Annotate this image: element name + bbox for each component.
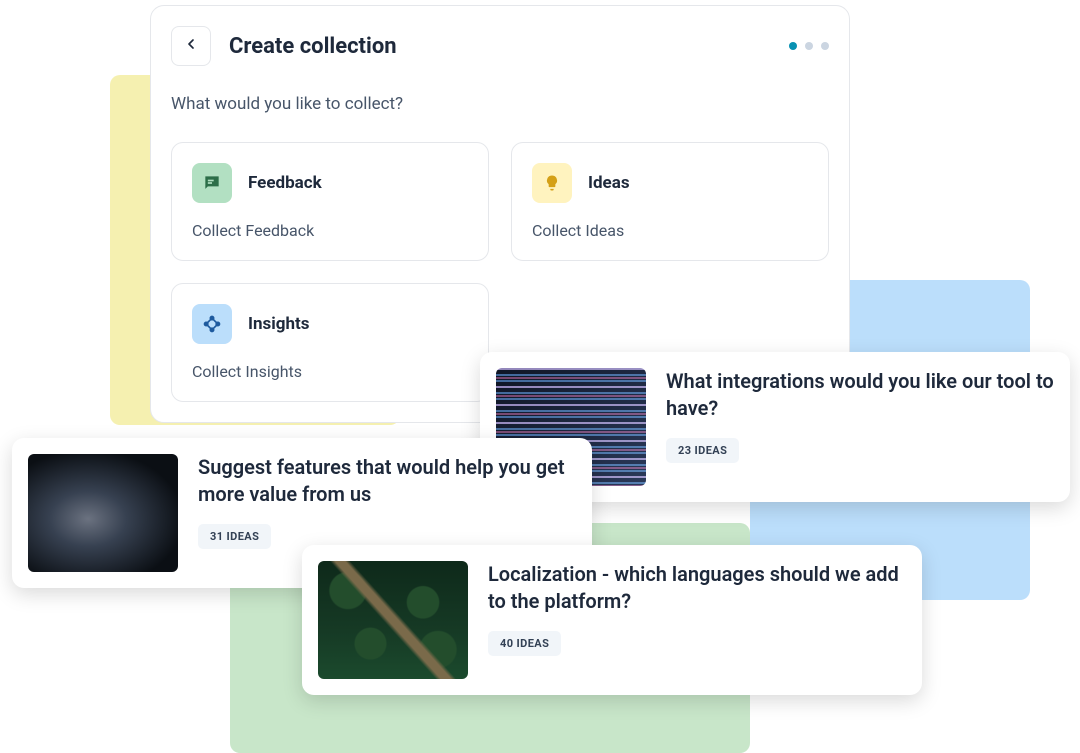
idea-thumbnail xyxy=(28,454,178,572)
progress-dot xyxy=(805,42,813,50)
page-title: Create collection xyxy=(229,34,397,59)
option-title: Feedback xyxy=(248,173,322,193)
progress-dot xyxy=(821,42,829,50)
option-title: Insights xyxy=(248,314,309,334)
feedback-icon xyxy=(192,163,232,203)
option-desc: Collect Feedback xyxy=(192,221,468,240)
option-insights[interactable]: Insights Collect Insights xyxy=(171,283,489,402)
idea-title: Localization - which languages should we… xyxy=(488,561,906,615)
chevron-left-icon xyxy=(183,36,199,56)
option-ideas[interactable]: Ideas Collect Ideas xyxy=(511,142,829,261)
progress-dots xyxy=(789,42,829,50)
idea-count-badge: 40 IDEAS xyxy=(488,631,561,656)
option-desc: Collect Insights xyxy=(192,362,468,381)
option-title: Ideas xyxy=(588,173,630,193)
idea-title: Suggest features that would help you get… xyxy=(198,454,576,508)
panel-header: Create collection xyxy=(171,26,829,66)
option-desc: Collect Ideas xyxy=(532,221,808,240)
idea-count-badge: 31 IDEAS xyxy=(198,524,271,549)
back-button[interactable] xyxy=(171,26,211,66)
prompt-text: What would you like to collect? xyxy=(171,94,829,114)
option-feedback[interactable]: Feedback Collect Feedback xyxy=(171,142,489,261)
idea-card[interactable]: Localization - which languages should we… xyxy=(302,545,922,695)
idea-thumbnail xyxy=(318,561,468,679)
idea-count-badge: 23 IDEAS xyxy=(666,438,739,463)
insights-icon xyxy=(192,304,232,344)
idea-title: What integrations would you like our too… xyxy=(666,368,1054,422)
progress-dot xyxy=(789,42,797,50)
lightbulb-icon xyxy=(532,163,572,203)
